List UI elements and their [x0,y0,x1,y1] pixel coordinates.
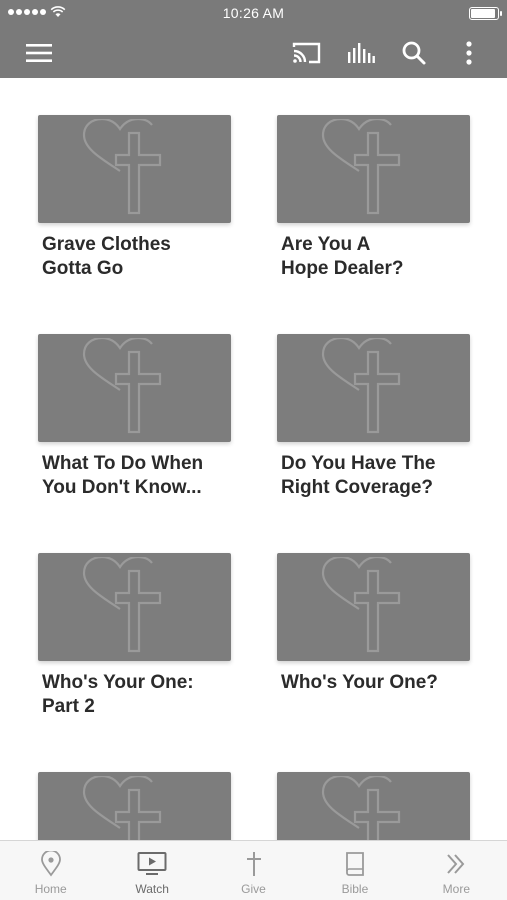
app-bar [0,28,507,78]
cross-icon [239,849,269,879]
hamburger-menu-icon [26,44,52,62]
double-chevron-right-icon [441,849,471,879]
heart-cross-logo-icon [321,338,400,434]
sermon-card[interactable]: Who's Your One? [277,553,470,695]
audio-button[interactable] [344,36,378,70]
tab-home[interactable]: Home [0,841,101,900]
tab-bible[interactable]: Bible [304,841,405,900]
sermon-thumbnail [277,115,470,223]
heart-cross-logo-icon [82,557,161,653]
tab-give[interactable]: Give [203,841,304,900]
sermon-card[interactable]: Who's Your One: Part 2 [38,553,231,719]
sermon-title: What To Do When You Don't Know... [42,453,204,498]
location-pin-icon [36,849,66,879]
sermon-grid: Grave Clothes Gotta Go Are You A Hope De… [0,78,507,840]
sermon-card[interactable]: Grave Clothes Gotta Go [38,115,231,281]
heart-cross-logo-icon [82,119,161,215]
sermon-card[interactable] [277,772,470,840]
audio-bars-icon [348,43,375,63]
sermon-thumbnail [38,553,231,661]
sermon-card[interactable] [38,772,231,840]
heart-cross-logo-icon [321,557,400,653]
menu-button[interactable] [22,36,56,70]
tab-more[interactable]: More [406,841,507,900]
sermon-card[interactable]: What To Do When You Don't Know... [38,334,231,500]
sermon-thumbnail [277,772,470,840]
cast-icon [292,42,321,64]
heart-cross-logo-icon [82,776,161,840]
tab-label: Give [241,882,266,896]
tab-watch[interactable]: Watch [101,841,202,900]
book-icon [340,849,370,879]
sermon-thumbnail [277,553,470,661]
tv-play-icon [137,849,167,879]
more-vertical-icon [466,41,472,65]
sermon-title: Who's Your One? [281,672,438,693]
status-bar: 10:26 AM [0,0,507,28]
sermon-thumbnail [277,334,470,442]
sermon-card[interactable]: Are You A Hope Dealer? [277,115,470,281]
tab-label: Home [34,882,67,896]
bottom-tab-bar: Home Watch Give Bible More [0,840,507,900]
cast-button[interactable] [290,36,324,70]
heart-cross-logo-icon [321,776,400,840]
sermon-title: Are You A Hope Dealer? [281,234,404,279]
status-time: 10:26 AM [222,5,285,21]
sermon-card[interactable]: Do You Have The Right Coverage? [277,334,470,500]
heart-cross-logo-icon [321,119,400,215]
sermon-title: Do You Have The Right Coverage? [281,453,436,498]
heart-cross-logo-icon [82,338,161,434]
sermon-thumbnail [38,772,231,840]
sermon-title: Grave Clothes Gotta Go [42,234,171,279]
search-icon [402,41,426,65]
tab-label: Bible [341,882,369,896]
tab-label: More [442,882,470,896]
sermon-thumbnail [38,334,231,442]
battery-icon [469,7,502,20]
more-options-button[interactable] [452,36,486,70]
sermon-title: Who's Your One: Part 2 [42,672,194,717]
search-button[interactable] [397,36,431,70]
sermon-thumbnail [38,115,231,223]
tab-label: Watch [135,882,169,896]
